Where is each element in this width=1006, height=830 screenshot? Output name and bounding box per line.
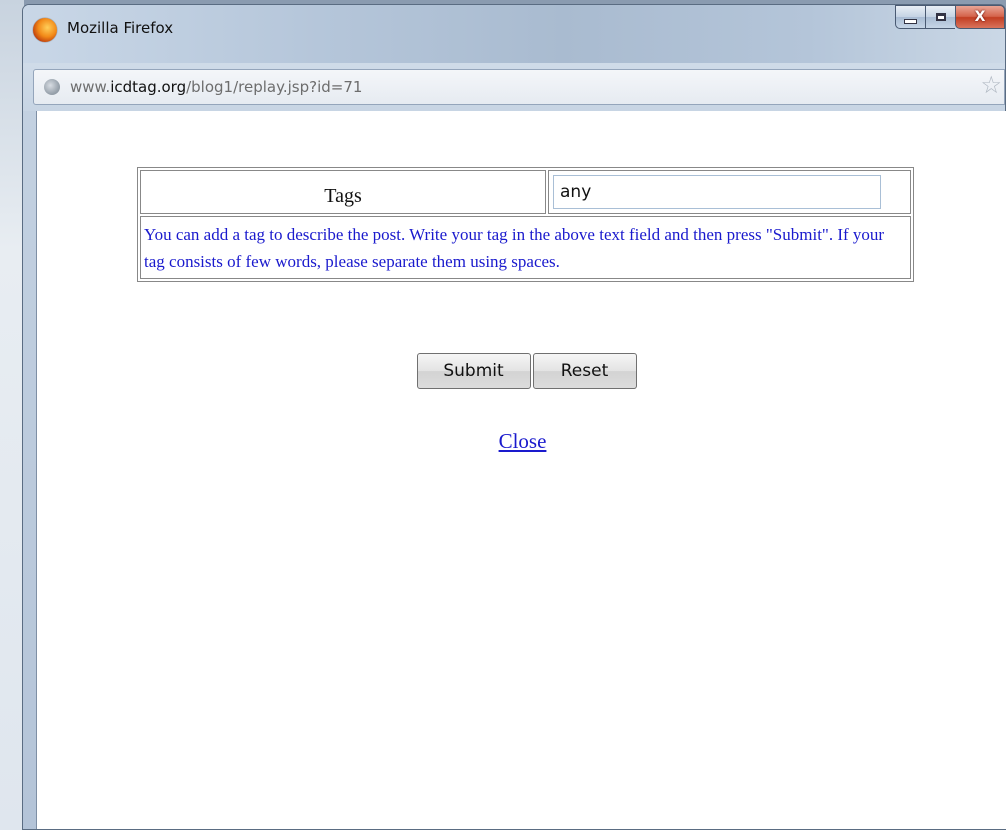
tag-input-cell [548,170,911,214]
url-host: icdtag.org [110,78,187,96]
table-row: Tags [140,170,911,214]
close-icon: X [974,9,986,25]
window-controls: X [895,5,1005,29]
tags-label: Tags [140,170,546,214]
close-link-container: Close [37,429,1006,454]
reset-button[interactable]: Reset [532,353,637,389]
maximize-button[interactable] [925,5,955,29]
window-frame-left [23,111,36,829]
close-link[interactable]: Close [499,429,547,453]
address-bar[interactable]: www.icdtag.org/blog1/replay.jsp?id=71 ☆ [33,69,1005,105]
tag-input[interactable] [553,175,881,209]
firefox-icon [33,18,57,42]
form-buttons: Submit Reset [37,353,1006,389]
close-window-button[interactable]: X [955,5,1005,29]
url-prefix: www. [70,78,111,96]
tag-form-table: Tags You can add a tag to describe the p… [137,167,914,282]
minimize-button[interactable] [895,5,925,29]
url-path: /blog1/replay.jsp?id=71 [186,78,363,96]
submit-button[interactable]: Submit [416,353,531,389]
minimize-icon [904,18,917,24]
page-content: Tags You can add a tag to describe the p… [36,111,1006,829]
desktop-background [0,0,24,830]
popup-window: Mozilla Firefox X www.icdtag.org/blog1/r… [22,4,1006,830]
help-text: You can add a tag to describe the post. … [140,216,911,279]
title-bar: Mozilla Firefox X [23,5,1005,63]
url-text[interactable]: www.icdtag.org/blog1/replay.jsp?id=71 [70,78,362,96]
globe-icon [44,79,60,95]
maximize-icon [935,13,946,21]
table-row: You can add a tag to describe the post. … [140,216,911,279]
window-title: Mozilla Firefox [67,19,174,37]
star-icon[interactable]: ☆ [980,74,1002,98]
